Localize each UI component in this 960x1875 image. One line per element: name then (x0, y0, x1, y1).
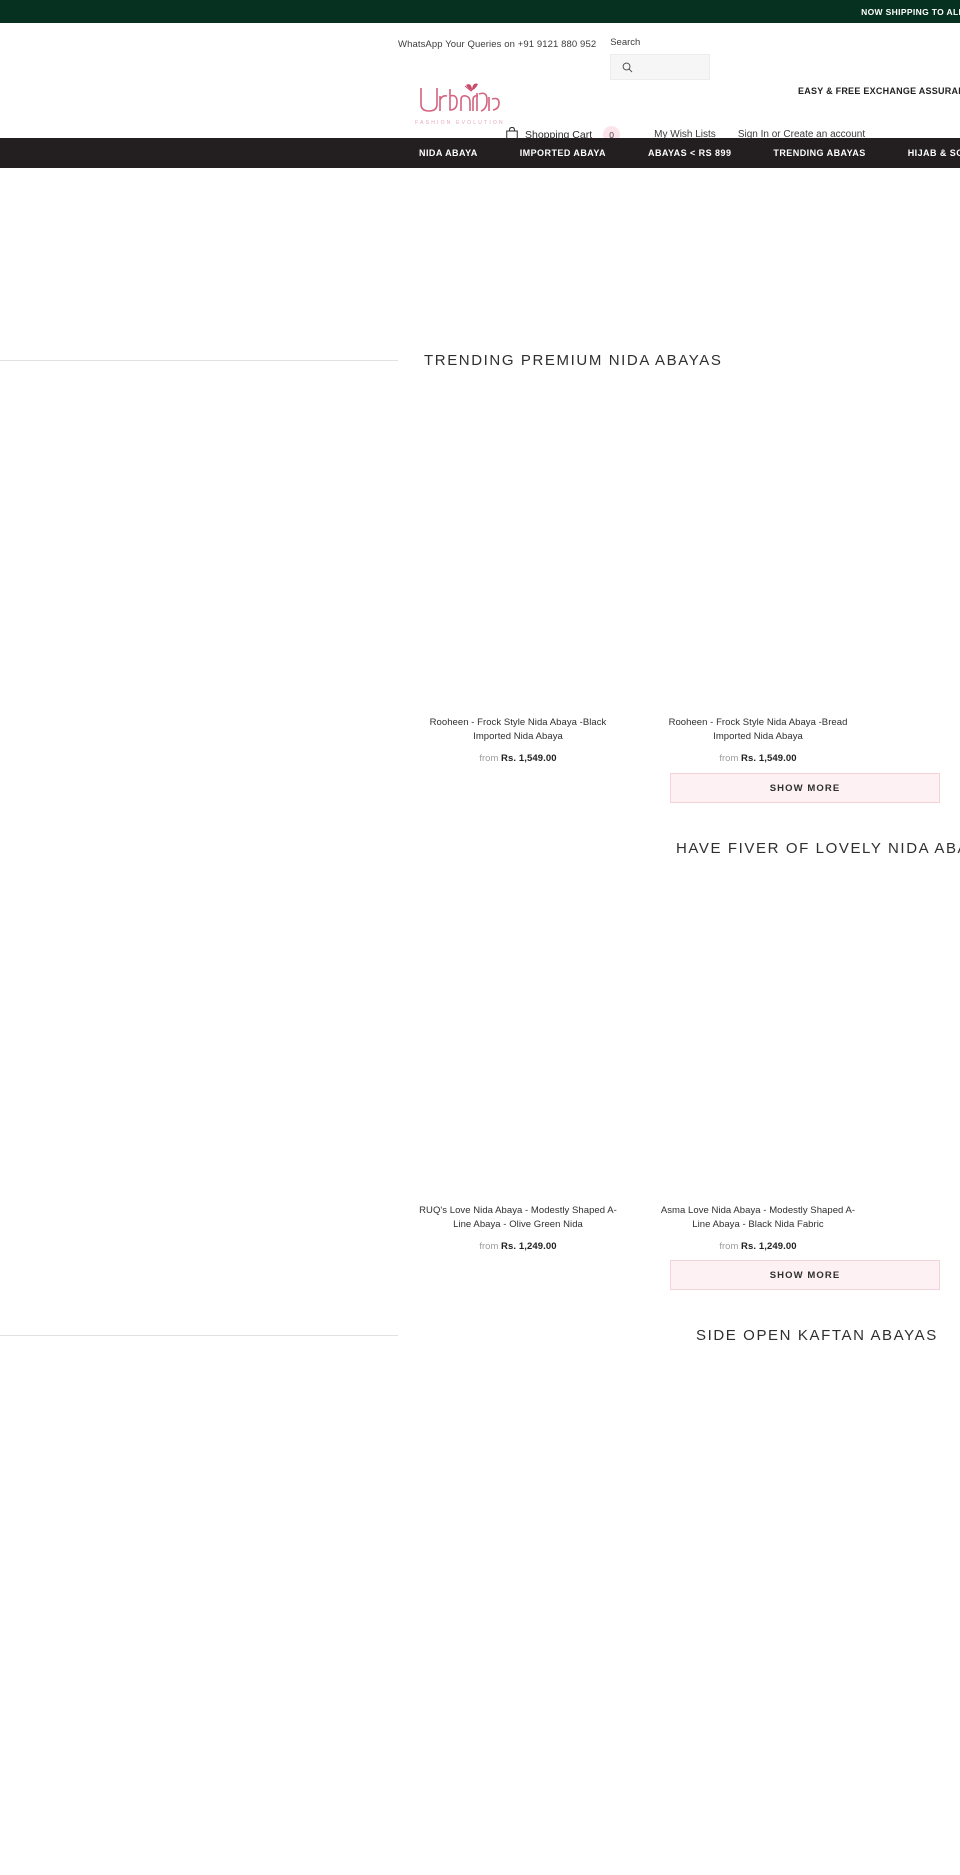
urbannisa-logo-icon (420, 83, 500, 112)
show-more-button-lovely-nida[interactable]: SHOW MORE (670, 1260, 940, 1290)
product-image[interactable] (398, 386, 638, 716)
price-amount: Rs. 1,549.00 (501, 753, 557, 764)
nav-item-trending-abayas[interactable]: TRENDING ABAYAS (752, 148, 886, 158)
search-input[interactable] (610, 54, 711, 80)
section-header-side-open-kaftan: SIDE OPEN KAFTAN ABAYAS (0, 1327, 960, 1344)
product-title[interactable]: Rooheen - Frock Style Nida Abaya -Bread … (638, 716, 878, 744)
price-prefix: from (719, 1241, 739, 1252)
nav-item-hijab-scarves[interactable]: HIJAB & SCARVES (887, 148, 960, 158)
nav-item-nida-abaya[interactable]: NIDA ABAYA (398, 148, 499, 158)
product-card[interactable]: Rooheen - Frock Style Nida Abaya -Bread … (638, 386, 878, 764)
section-header-lovely-nida: HAVE FIVER OF LOVELY NIDA ABAYAS (0, 840, 960, 857)
announcement-bar: NOW SHIPPING TO ALL OVER INDIA. COD AVAI… (0, 0, 960, 23)
site-header: WhatsApp Your Queries on +91 9121 880 95… (0, 23, 960, 143)
product-price: from Rs. 1,549.00 (638, 753, 878, 764)
main-navigation: NIDA ABAYA IMPORTED ABAYA ABAYAS < RS 89… (0, 138, 960, 168)
product-image[interactable] (398, 874, 638, 1204)
section-rule-left (0, 360, 398, 361)
price-amount: Rs. 1,249.00 (501, 1241, 557, 1252)
section-title-trending-premium: TRENDING PREMIUM NIDA ABAYAS (424, 352, 723, 369)
product-grid-lovely-nida: RUQ's Love Nida Abaya - Modestly Shaped … (398, 874, 878, 1252)
product-title[interactable]: Rooheen - Frock Style Nida Abaya -Black … (398, 716, 638, 744)
product-image[interactable] (638, 386, 878, 716)
price-prefix: from (479, 753, 499, 764)
page-root: NOW SHIPPING TO ALL OVER INDIA. COD AVAI… (0, 0, 960, 1875)
product-title[interactable]: RUQ's Love Nida Abaya - Modestly Shaped … (398, 1204, 638, 1232)
product-card[interactable]: RUQ's Love Nida Abaya - Modestly Shaped … (398, 874, 638, 1252)
product-image[interactable] (638, 874, 878, 1204)
search-icon (622, 62, 633, 72)
price-prefix: from (479, 1241, 499, 1252)
product-card[interactable]: Asma Love Nida Abaya - Modestly Shaped A… (638, 874, 878, 1252)
header-utility-row: WhatsApp Your Queries on +91 9121 880 95… (398, 37, 958, 80)
price-prefix: from (719, 753, 739, 764)
site-logo[interactable]: FASHION EVOLUTION (415, 80, 505, 126)
product-grid-trending-premium: Rooheen - Frock Style Nida Abaya -Black … (398, 386, 878, 764)
nav-item-abayas-under-899[interactable]: ABAYAS < RS 899 (627, 148, 752, 158)
section-header-trending-premium: TRENDING PREMIUM NIDA ABAYAS (0, 352, 960, 369)
whatsapp-contact: WhatsApp Your Queries on +91 9121 880 95… (398, 39, 597, 50)
product-card[interactable]: Rooheen - Frock Style Nida Abaya -Black … (398, 386, 638, 764)
search-area: Search (610, 37, 711, 80)
exchange-assurance-text: EASY & FREE EXCHANGE ASSURANCE (797, 86, 960, 96)
logo-tagline: FASHION EVOLUTION (415, 120, 505, 126)
product-price: from Rs. 1,549.00 (398, 753, 638, 764)
announcement-text: NOW SHIPPING TO ALL OVER INDIA. COD AVAI… (861, 6, 960, 17)
product-title[interactable]: Asma Love Nida Abaya - Modestly Shaped A… (638, 1204, 878, 1232)
section-title-side-open-kaftan: SIDE OPEN KAFTAN ABAYAS (696, 1327, 938, 1344)
product-price: from Rs. 1,249.00 (398, 1241, 638, 1252)
search-label: Search (610, 37, 641, 48)
section-title-lovely-nida: HAVE FIVER OF LOVELY NIDA ABAYAS (676, 840, 960, 857)
price-amount: Rs. 1,549.00 (741, 753, 797, 764)
price-amount: Rs. 1,249.00 (741, 1241, 797, 1252)
nav-items: NIDA ABAYA IMPORTED ABAYA ABAYAS < RS 89… (398, 148, 960, 158)
product-price: from Rs. 1,249.00 (638, 1241, 878, 1252)
section-rule-left (0, 1335, 398, 1336)
show-more-button-trending-premium[interactable]: SHOW MORE (670, 773, 940, 803)
nav-item-imported-abaya[interactable]: IMPORTED ABAYA (499, 148, 627, 158)
